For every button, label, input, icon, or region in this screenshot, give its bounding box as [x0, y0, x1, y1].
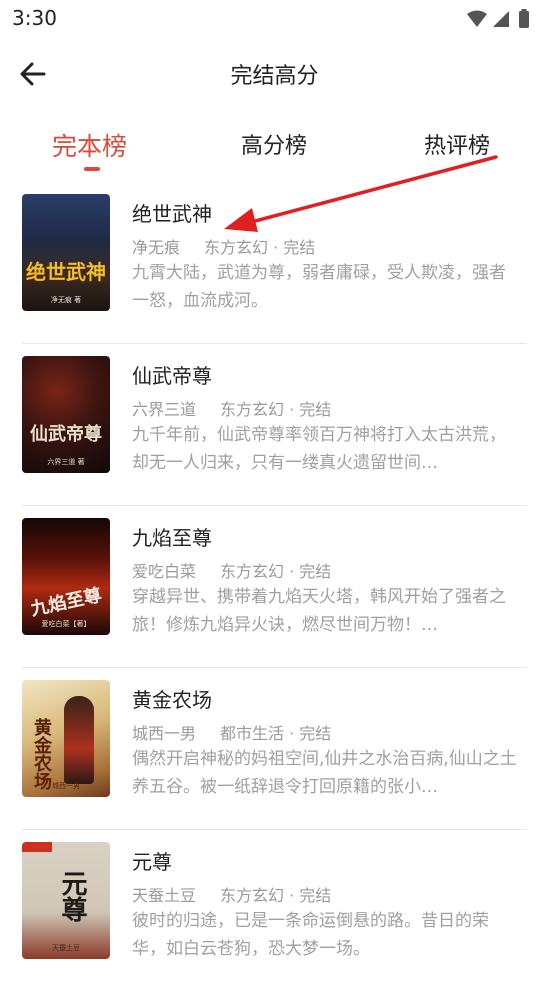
book-genre: 东方玄幻 · 完结 — [220, 886, 332, 905]
book-author: 六界三道 — [132, 400, 197, 419]
battery-icon — [519, 9, 529, 28]
book-list: 绝世武神 净无痕 著 绝世武神 净无痕 东方玄幻 · 完结 九霄大陆，武道为尊，弱… — [0, 182, 549, 992]
list-item[interactable]: 仙武帝尊 六界三道 著 仙武帝尊 六界三道 东方玄幻 · 完结 九千年前，仙武帝尊… — [0, 344, 549, 506]
book-meta: 净无痕 东方玄幻 · 完结 — [132, 234, 315, 258]
book-meta: 六界三道 东方玄幻 · 完结 — [132, 396, 331, 420]
status-bar: 3:30 — [0, 0, 549, 38]
book-cover-title: 元尊 — [57, 870, 87, 922]
book-meta: 爱吃白菜 东方玄幻 · 完结 — [132, 558, 331, 582]
page-title: 完结高分 — [230, 64, 319, 89]
book-description: 九千年前，仙武帝尊率领百万神将打入太古洪荒，却无一人归来，只有一缕真火遗留世间… — [132, 425, 506, 473]
book-author: 城西一男 — [132, 724, 197, 743]
book-cover-subtitle: 天蚕土豆 — [52, 944, 80, 952]
app-bar: 完结高分 — [0, 38, 549, 108]
book-description: 穿越异世、携带着九焰天火塔，韩风开始了强者之旅！修炼九焰异火诀，燃尽世间万物！… — [132, 587, 506, 635]
book-cover-subtitle: 净无痕 著 — [50, 296, 82, 304]
book-genre: 东方玄幻 · 完结 — [204, 238, 316, 257]
book-description: 彼时的归途，已是一条命运倒悬的路。昔日的荣华，如白云苍狗，恐大梦一场。 — [132, 911, 489, 959]
book-title: 九焰至尊 — [132, 526, 212, 550]
book-description: 偶然开启神秘的妈祖空间,仙井之水治百病,仙山之土养五谷。被一纸辞退令打回原籍的张… — [132, 749, 517, 797]
status-icons — [465, 8, 535, 30]
book-author: 天蚕土豆 — [132, 886, 197, 905]
book-cover-subtitle: 爱吃白菜【著】 — [41, 620, 91, 628]
book-cover-title: 仙武帝尊 — [30, 424, 102, 445]
list-item[interactable]: 元尊 天蚕土豆 元尊 天蚕土豆 东方玄幻 · 完结 彼时的归途，已是一条命运倒悬的… — [0, 830, 549, 992]
book-cover-title: 黄金农场 — [31, 718, 52, 790]
book-author: 爱吃白菜 — [132, 562, 197, 581]
book-meta: 城西一男 都市生活 · 完结 — [132, 720, 331, 744]
book-meta: 天蚕土豆 东方玄幻 · 完结 — [132, 882, 331, 906]
list-item[interactable]: 黄金农场 城西一男 黄金农场 城西一男 都市生活 · 完结 偶然开启神秘的妈祖空间… — [0, 668, 549, 830]
book-cover: 黄金农场 城西一男 — [22, 680, 110, 797]
book-title: 元尊 — [132, 850, 172, 874]
book-title: 黄金农场 — [132, 688, 212, 712]
book-cover: 仙武帝尊 六界三道 著 — [22, 356, 110, 473]
ranking-tabs: 完本榜 高分榜 热评榜 — [0, 118, 549, 178]
wifi-icon — [467, 10, 487, 27]
book-cover: 九焰至尊 爱吃白菜【著】 — [22, 518, 110, 635]
tab-completed[interactable]: 完本榜 — [52, 127, 127, 163]
cover-badge — [22, 842, 52, 852]
book-genre: 东方玄幻 · 完结 — [220, 400, 332, 419]
book-title: 绝世武神 — [132, 202, 212, 226]
tab-high-score[interactable]: 高分榜 — [241, 128, 307, 160]
book-cover-subtitle: 六界三道 著 — [47, 458, 85, 466]
book-cover-subtitle: 城西一男 — [52, 782, 80, 790]
book-description: 九霄大陆，武道为尊，弱者庸碌，受人欺凌，强者一怒，血流成河。 — [132, 263, 506, 311]
book-genre: 东方玄幻 · 完结 — [220, 562, 332, 581]
book-cover-title: 九焰至尊 — [28, 584, 104, 621]
status-time: 3:30 — [12, 6, 57, 30]
book-genre: 都市生活 · 完结 — [220, 724, 332, 743]
cover-figure — [64, 696, 94, 784]
tab-hot-comments[interactable]: 热评榜 — [424, 128, 490, 160]
tab-indicator — [84, 167, 100, 171]
signal-icon — [493, 11, 509, 27]
list-item[interactable]: 九焰至尊 爱吃白菜【著】 九焰至尊 爱吃白菜 东方玄幻 · 完结 穿越异世、携带着… — [0, 506, 549, 668]
book-cover-title: 绝世武神 — [26, 260, 106, 284]
book-title: 仙武帝尊 — [132, 364, 212, 388]
book-cover: 绝世武神 净无痕 著 — [22, 194, 110, 311]
book-author: 净无痕 — [132, 238, 181, 257]
book-cover: 元尊 天蚕土豆 — [22, 842, 110, 959]
list-item[interactable]: 绝世武神 净无痕 著 绝世武神 净无痕 东方玄幻 · 完结 九霄大陆，武道为尊，弱… — [0, 182, 549, 344]
